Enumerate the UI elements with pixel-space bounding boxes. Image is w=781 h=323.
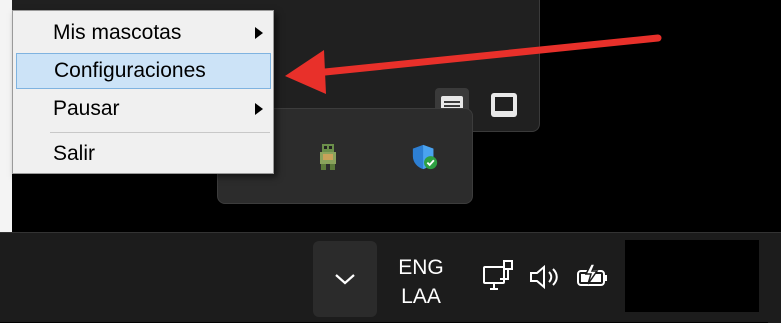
language-indicator[interactable]: ENG LAA	[392, 253, 450, 311]
chevron-up-icon	[335, 274, 355, 285]
battery-charging-icon[interactable]	[574, 257, 612, 297]
show-hidden-icons-button[interactable]	[313, 241, 377, 317]
keyboard-layout: LAA	[401, 285, 441, 308]
language-code: ENG	[398, 256, 444, 279]
taskbar: ENG LAA	[0, 232, 781, 323]
network-ethernet-icon[interactable]	[478, 257, 518, 297]
volume-icon[interactable]	[527, 257, 563, 297]
redacted-clock-area	[625, 240, 759, 312]
taskbar-edge	[768, 233, 781, 323]
